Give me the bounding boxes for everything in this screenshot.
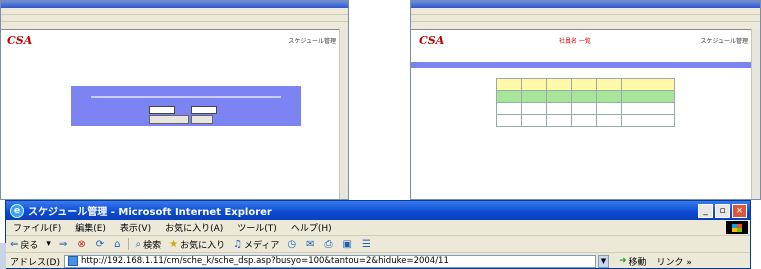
media-button[interactable]: ♫ メディア — [229, 238, 283, 251]
clear-button[interactable] — [191, 115, 213, 124]
front-browser-window[interactable]: e スケジュール管理 - Microsoft Internet Explorer… — [5, 200, 751, 269]
month-select[interactable] — [191, 106, 217, 114]
links-button[interactable]: リンク » — [657, 255, 692, 268]
mini-page-content: CSA スケジュール管理 — [1, 29, 340, 199]
page-subtitle: 社員名 一覧 — [559, 38, 591, 45]
window-title: スケジュール管理 - Microsoft Internet Explorer — [28, 207, 272, 218]
discuss-icon: ☰ — [362, 238, 371, 250]
back-button[interactable]: ⇐ 戻る — [6, 238, 42, 251]
go-button[interactable]: ➜ 移動 — [619, 255, 647, 268]
employee-table — [496, 78, 675, 127]
history-button[interactable]: ◷ — [283, 239, 302, 250]
back-arrow-icon: ⇐ — [10, 238, 19, 250]
edit-icon: ▣ — [342, 238, 352, 250]
mini-page-content: CSA 社員名 一覧 スケジュール管理 — [411, 29, 752, 199]
toolbar-separator — [128, 238, 130, 250]
caption-buttons: _ ▫ × — [698, 203, 747, 218]
mini-title-bar[interactable] — [411, 1, 760, 8]
search-icon: ⌕ — [135, 238, 142, 250]
search-button[interactable]: ⌕ 検索 — [131, 238, 165, 251]
address-label: アドレス(D) — [10, 257, 60, 268]
search-form-panel — [71, 86, 301, 126]
media-icon: ♫ — [233, 238, 243, 250]
refresh-button[interactable]: ⟳ — [92, 239, 110, 250]
close-button[interactable]: × — [732, 203, 747, 218]
year-select[interactable] — [149, 106, 175, 114]
mini-menu-bar[interactable] — [411, 8, 760, 15]
desktop-edge — [0, 243, 6, 269]
forward-arrow-icon: ⇒ — [58, 238, 68, 250]
csa-logo: CSA — [7, 34, 33, 47]
page-icon — [67, 256, 78, 266]
go-arrow-icon: ➜ — [618, 256, 627, 266]
form-instructions-text — [91, 96, 281, 98]
discuss-button[interactable]: ☰ — [358, 239, 377, 250]
page-header: スケジュール管理 — [288, 38, 336, 45]
blue-info-band — [411, 62, 752, 68]
forward-button[interactable]: ⇒ — [55, 239, 73, 250]
mini-toolbar[interactable] — [411, 15, 760, 22]
title-bar[interactable]: e スケジュール管理 - Microsoft Internet Explorer… — [6, 201, 750, 220]
menu-file[interactable]: ファイル(F) — [6, 221, 68, 234]
background-browser-window-left[interactable]: CSA スケジュール管理 — [0, 0, 349, 200]
vertical-scrollbar[interactable] — [751, 29, 760, 199]
print-icon: ⎙ — [324, 238, 333, 250]
menu-bar: ファイル(F) 編集(E) 表示(V) お気に入り(A) ツール(T) ヘルプ(… — [6, 220, 750, 236]
history-icon: ◷ — [287, 238, 297, 250]
menu-help[interactable]: ヘルプ(H) — [284, 221, 339, 234]
home-icon: ⌂ — [114, 238, 121, 250]
mail-icon: ✉ — [306, 238, 315, 250]
toolbar: ⇐ 戻る ▾ ⇒ ⊗ ⟳ ⌂ ⌕ 検索 ★ お気に入り ♫ メディア ◷ ✉ ⎙ ▣ ☰ — [6, 236, 750, 253]
stop-icon: ⊗ — [77, 238, 86, 250]
mail-button[interactable]: ✉ — [302, 239, 320, 250]
stop-button[interactable]: ⊗ — [73, 239, 91, 250]
mini-toolbar[interactable] — [1, 15, 348, 22]
background-browser-window-right[interactable]: CSA 社員名 一覧 スケジュール管理 — [410, 0, 761, 200]
edit-button[interactable]: ▣ — [339, 239, 358, 250]
address-input[interactable]: http://192.168.1.11/cm/sche_k/sche_dsp.a… — [63, 254, 596, 268]
home-button[interactable]: ⌂ — [110, 239, 126, 250]
address-dropdown-button[interactable]: ▼ — [597, 254, 609, 268]
minimize-button[interactable]: _ — [698, 203, 713, 218]
menu-favorites[interactable]: お気に入り(A) — [158, 221, 230, 234]
csa-logo: CSA — [419, 34, 445, 47]
page-header: スケジュール管理 — [700, 38, 748, 45]
mini-menu-bar[interactable] — [1, 8, 348, 15]
address-url[interactable]: http://192.168.1.11/cm/sche_k/sche_dsp.a… — [81, 256, 449, 266]
address-bar: アドレス(D) http://192.168.1.11/cm/sche_k/sc… — [6, 253, 750, 268]
print-button[interactable]: ⎙ — [321, 239, 339, 250]
favorites-star-icon: ★ — [169, 238, 179, 250]
back-dropdown[interactable]: ▾ — [42, 239, 55, 249]
mini-title-bar[interactable] — [1, 1, 348, 8]
menu-tools[interactable]: ツール(T) — [230, 221, 284, 234]
favorites-button[interactable]: ★ お気に入り — [165, 238, 229, 251]
refresh-icon: ⟳ — [95, 238, 105, 250]
display-button[interactable] — [149, 115, 189, 124]
vertical-scrollbar[interactable] — [339, 29, 348, 199]
maximize-button[interactable]: ▫ — [715, 203, 730, 218]
menu-edit[interactable]: 編集(E) — [68, 221, 113, 234]
windows-logo-icon — [726, 221, 748, 234]
ie-icon: e — [10, 203, 24, 218]
menu-view[interactable]: 表示(V) — [113, 221, 158, 234]
